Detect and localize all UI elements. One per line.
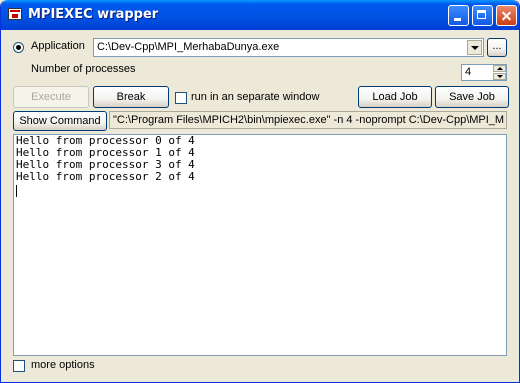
separate-window-checkbox[interactable] xyxy=(175,92,187,104)
output-textarea[interactable]: Hello from processor 0 of 4 Hello from p… xyxy=(13,134,507,356)
window-title: MPIEXEC wrapper xyxy=(28,7,159,22)
maximize-button[interactable] xyxy=(472,5,493,26)
browse-button[interactable]: ... xyxy=(487,38,507,57)
app-icon[interactable] xyxy=(8,8,22,20)
application-radio[interactable] xyxy=(13,42,24,53)
spin-up-icon[interactable] xyxy=(493,65,506,72)
execute-button[interactable]: Execute xyxy=(13,86,89,108)
separate-window-label: run in an separate window xyxy=(191,91,320,103)
application-path-value: C:\Dev-Cpp\MPI_MerhabaDunya.exe xyxy=(97,41,280,53)
break-button[interactable]: Break xyxy=(93,86,169,108)
processes-label: Number of processes xyxy=(31,63,136,75)
spin-down-icon[interactable] xyxy=(493,73,506,80)
save-job-button[interactable]: Save Job xyxy=(435,86,509,108)
application-label: Application xyxy=(31,40,85,52)
processes-value: 4 xyxy=(465,66,472,78)
mpiexec-window: MPIEXEC wrapper Application C:\Dev-Cpp\M… xyxy=(0,0,520,383)
minimize-button[interactable] xyxy=(448,5,469,26)
show-command-button[interactable]: Show Command xyxy=(13,111,107,131)
more-options-label: more options xyxy=(31,359,95,371)
chevron-down-icon[interactable] xyxy=(467,40,482,55)
close-button[interactable] xyxy=(496,5,517,26)
processes-spinner[interactable]: 4 xyxy=(461,64,507,81)
application-path-combo[interactable]: C:\Dev-Cpp\MPI_MerhabaDunya.exe xyxy=(93,38,484,57)
more-options-checkbox[interactable] xyxy=(13,360,25,372)
spinner-buttons xyxy=(493,65,506,80)
title-bar[interactable]: MPIEXEC wrapper xyxy=(1,0,519,30)
load-job-button[interactable]: Load Job xyxy=(358,86,432,108)
command-line-field[interactable]: "C:\Program Files\MPICH2\bin\mpiexec.exe… xyxy=(109,111,507,129)
command-line-text: "C:\Program Files\MPICH2\bin\mpiexec.exe… xyxy=(113,114,505,126)
output-line: Hello from processor 2 of 4 xyxy=(16,170,195,183)
text-caret xyxy=(16,185,17,197)
